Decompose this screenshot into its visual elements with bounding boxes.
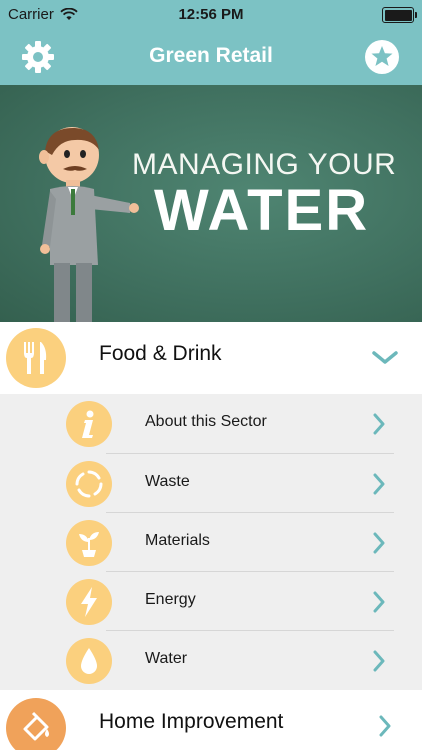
list-item-waste[interactable]: Waste [0, 454, 422, 513]
section-label: Food & Drink [99, 342, 222, 365]
chevron-right-icon [373, 473, 385, 495]
water-drop-icon [81, 648, 97, 674]
chevron-right-icon [373, 591, 385, 613]
list-item-label: About this Sector [145, 413, 267, 430]
section-home-improvement[interactable]: Home Improvement [0, 690, 422, 750]
list-item-label: Energy [145, 591, 196, 608]
list-item-icon-circle [66, 520, 112, 566]
list-item-label: Waste [145, 473, 190, 490]
list-item-energy[interactable]: Energy [0, 572, 422, 631]
chevron-right-icon [373, 413, 385, 435]
section-label: Home Improvement [99, 710, 284, 733]
chevron-right-icon [373, 532, 385, 554]
nav-bar: Green Retail [0, 30, 422, 85]
info-icon [82, 410, 94, 438]
battery-icon [382, 7, 417, 23]
recycle-icon [75, 470, 103, 498]
fork-knife-icon [24, 342, 47, 374]
page-title: Green Retail [149, 44, 273, 67]
list-item-label: Water [145, 650, 188, 667]
list-item-icon-circle [66, 638, 112, 684]
list-item-label: Materials [145, 532, 210, 549]
lightning-icon [81, 587, 97, 617]
list-item-icon-circle [66, 579, 112, 625]
status-bar: Carrier 12:56 PM [0, 0, 422, 30]
chevron-down-icon [372, 351, 398, 364]
status-time: 12:56 PM [178, 6, 244, 23]
list-item-icon-circle [66, 461, 112, 507]
list-item-materials[interactable]: Materials [0, 513, 422, 572]
sector-topic-list: About this Sector Waste Materials Energy… [0, 394, 422, 690]
list-item-water[interactable]: Water [0, 631, 422, 690]
list-item-about-sector[interactable]: About this Sector [0, 394, 422, 453]
chevron-right-icon [379, 715, 391, 737]
star-icon [365, 40, 399, 74]
section-icon-circle [6, 698, 66, 750]
plant-icon [79, 532, 99, 557]
section-icon-circle [6, 328, 66, 388]
section-food-drink[interactable]: Food & Drink [0, 322, 422, 394]
list-item-icon-circle [66, 401, 112, 447]
favorites-button[interactable] [362, 37, 402, 77]
chevron-right-icon [373, 650, 385, 672]
paint-bucket-icon [23, 711, 49, 741]
banner-heading-line2: WATER [154, 178, 370, 243]
hero-banner[interactable]: MANAGING YOUR WATER [0, 85, 422, 322]
